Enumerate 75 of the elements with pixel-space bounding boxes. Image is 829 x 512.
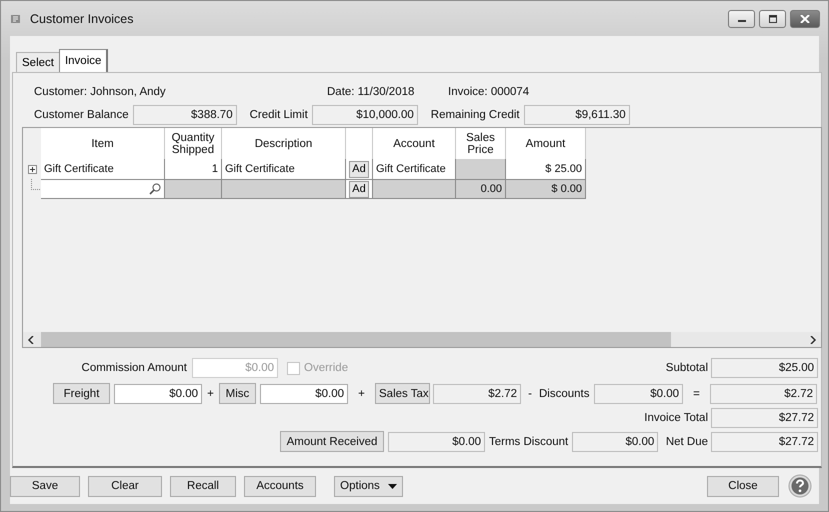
table-cell: 1 (165, 159, 222, 179)
misc-field[interactable]: $0.00 (260, 384, 348, 404)
freight-button[interactable]: Freight (53, 383, 110, 404)
amount-received-button[interactable]: Amount Received (280, 431, 384, 452)
net-due-field: $27.72 (711, 432, 818, 452)
field-label: Remaining Credit (430, 109, 520, 121)
scrollbar-thumb[interactable] (41, 332, 671, 347)
adjusted-field: $2.72 (710, 384, 817, 404)
balance-field: $388.70 (132, 105, 237, 125)
table-cell (456, 159, 506, 179)
column-header: Sales Price (456, 128, 506, 159)
caret-icon (388, 484, 397, 488)
footer-button[interactable]: Options (334, 476, 403, 496)
field-label: Terms Discount (489, 436, 568, 448)
table-cell: Gift Certificate (222, 159, 346, 179)
column-header: Description (222, 128, 346, 159)
commission-field: $0.00 (192, 358, 278, 378)
subtotal-field: $25.00 (711, 358, 818, 378)
expand-icon[interactable] (28, 164, 36, 174)
tab[interactable]: Select (16, 52, 60, 72)
close-button[interactable]: Close (707, 476, 779, 496)
tab[interactable]: Invoice (58, 49, 108, 72)
field-label: Net Due (666, 436, 708, 448)
close-button[interactable] (790, 10, 820, 28)
plus-sign: + (357, 388, 366, 400)
minus-sign: - (527, 388, 533, 400)
footer-button[interactable]: Accounts (244, 476, 316, 496)
close-icon (800, 14, 810, 22)
plus-sign: + (206, 388, 215, 400)
invoice-date: Date: 11/30/2018 (327, 86, 416, 100)
column-header: Amount (506, 128, 586, 159)
balance-field: $9,611.30 (524, 105, 630, 125)
add-button[interactable]: Ad (349, 180, 369, 198)
scroll-right-icon[interactable] (809, 336, 817, 344)
customer-name: Customer: Johnson, Andy (34, 86, 167, 100)
sales-tax-button[interactable]: Sales Tax (375, 383, 430, 404)
discounts-field: $0.00 (594, 384, 683, 404)
app-icon (10, 12, 22, 24)
table-cell: $ 25.00 (506, 159, 586, 179)
freight-field[interactable]: $0.00 (114, 384, 202, 404)
amount-received-field: $0.00 (388, 432, 485, 452)
misc-button[interactable]: Misc (219, 383, 256, 404)
override-label: Override (304, 362, 348, 374)
maximize-icon (768, 14, 778, 22)
equals-sign: = (692, 388, 701, 400)
table-cell: $ 0.00 (506, 179, 586, 199)
field-label: Invoice Total (644, 412, 708, 424)
field-label: Discounts (539, 388, 590, 400)
item-input-field[interactable] (41, 179, 165, 199)
scroll-left-icon[interactable] (27, 336, 35, 344)
field-label: Commission Amount (80, 362, 187, 374)
balance-field: $10,000.00 (312, 105, 418, 125)
field-label: Credit Limit (250, 109, 308, 121)
add-button[interactable]: Ad (349, 160, 369, 178)
invoice-number: Invoice: 000074 (448, 86, 530, 100)
column-header: Quantity Shipped (165, 128, 222, 159)
table-cell: Gift Certificate (373, 159, 456, 179)
sales-tax-field: $2.72 (433, 384, 521, 404)
table-cell: Gift Certificate (41, 159, 165, 179)
footer-button[interactable]: Recall (170, 476, 236, 496)
footer-button[interactable]: Clear (88, 476, 162, 496)
invoice-total-field: $27.72 (711, 408, 818, 428)
column-header: Account (373, 128, 456, 159)
field-label: Customer Balance (34, 109, 129, 121)
minimize-button[interactable] (728, 10, 755, 28)
table-cell: 0.00 (456, 179, 506, 199)
maximize-button[interactable] (759, 10, 786, 28)
field-label: Subtotal (666, 362, 708, 374)
search-icon[interactable] (149, 183, 161, 195)
column-header: Item (41, 128, 165, 159)
help-icon[interactable] (788, 474, 812, 498)
table-cell (165, 179, 222, 199)
footer-button[interactable]: Save (10, 476, 80, 496)
terms-discount-field: $0.00 (572, 432, 658, 452)
window-title: Customer Invoices (30, 12, 134, 26)
